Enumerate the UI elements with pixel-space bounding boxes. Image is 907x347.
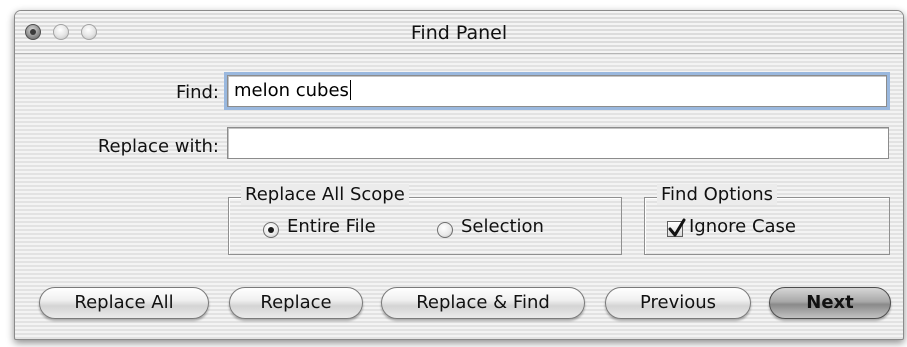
text-caret [349,80,351,100]
replace-all-scope-title: Replace All Scope [241,184,409,205]
checkmark-icon [668,218,686,237]
find-input-value: melon cubes [234,80,349,101]
selection-radio[interactable] [437,222,453,238]
replace-with-input[interactable] [227,127,889,159]
replace-all-scope-group: Replace All Scope Entire File Selection [228,184,622,255]
ignore-case-label[interactable]: Ignore Case [689,216,796,237]
replace-all-button[interactable]: Replace All [39,287,209,319]
entire-file-radio[interactable] [263,222,279,238]
replace-with-label: Replace with: [97,136,219,157]
entire-file-label[interactable]: Entire File [287,216,376,237]
ignore-case-checkbox[interactable] [667,218,686,237]
find-options-group: Find Options Ignore Case [644,184,890,255]
selection-label[interactable]: Selection [461,216,544,237]
replace-button[interactable]: Replace [229,287,363,319]
find-label: Find: [176,82,219,103]
find-panel-window: Find Panel Find: melon cubes Replace wit… [14,10,904,340]
next-button[interactable]: Next [769,287,891,319]
find-options-title: Find Options [657,184,778,205]
find-input[interactable]: melon cubes [224,72,890,110]
window-title: Find Panel [410,22,508,44]
previous-button[interactable]: Previous [605,287,751,319]
replace-and-find-button[interactable]: Replace & Find [381,287,585,319]
title-bar[interactable]: Find Panel [15,11,903,54]
